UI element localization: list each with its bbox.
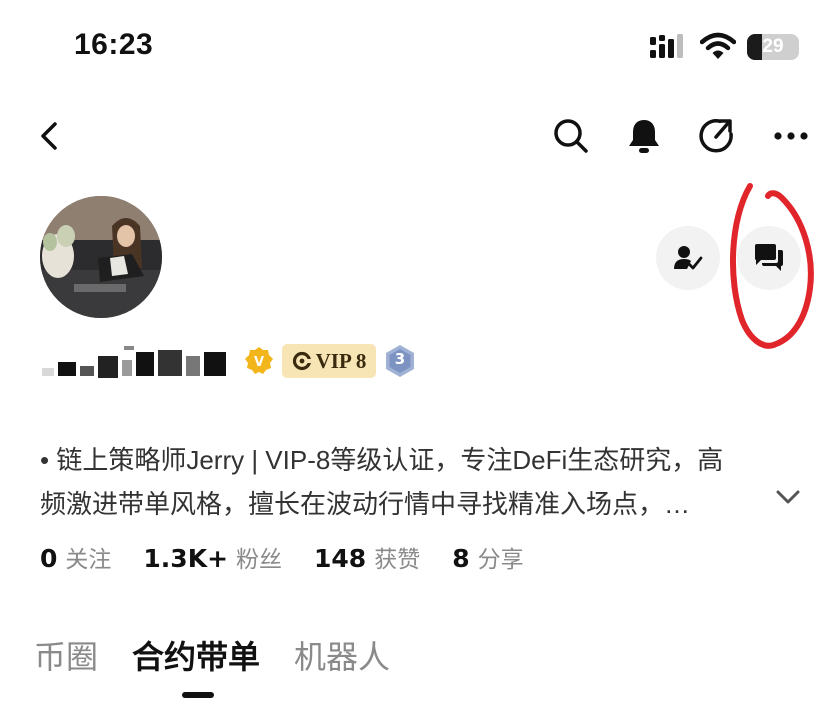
follow-status-button[interactable]: [656, 226, 720, 290]
bell-icon: [629, 120, 659, 153]
stat-value: 8: [452, 544, 470, 573]
search-icon: [554, 119, 588, 153]
stat-label: 粉丝: [236, 547, 283, 573]
bio-line: • 链上策略师Jerry | VIP-8等级认证，专注DeFi生态研究，高: [40, 445, 724, 475]
chat-icon: [755, 244, 783, 271]
active-tab-indicator: [182, 692, 214, 698]
battery-percent: 29: [762, 36, 784, 57]
username-redacted: [42, 346, 226, 378]
share-icon: [699, 119, 733, 153]
tab-copy-trading[interactable]: 合约带单: [132, 632, 260, 682]
tab-crypto[interactable]: 币圈: [34, 632, 98, 682]
stat-followers[interactable]: 1.3K+ 粉丝: [143, 540, 282, 574]
tab-bots[interactable]: 机器人: [294, 632, 390, 682]
more-icon: [774, 132, 808, 140]
notification-button[interactable]: [621, 110, 667, 162]
stat-value: 1.3K+: [143, 544, 229, 573]
avatar[interactable]: [40, 196, 162, 318]
status-bar: 16:23 29: [0, 0, 828, 92]
vip-label: VIP 8: [315, 348, 367, 373]
stat-label: 获赞: [374, 547, 421, 573]
level-badge: 3: [384, 344, 416, 378]
profile-tabs: 币圈 合约带单 机器人: [34, 632, 424, 682]
back-icon: [41, 122, 57, 150]
search-button[interactable]: [548, 110, 594, 162]
battery-icon: 29: [747, 34, 799, 60]
verified-icon: V: [245, 347, 273, 374]
wifi-icon: [700, 32, 736, 59]
chevron-down-icon[interactable]: [774, 486, 802, 508]
profile-bio[interactable]: • 链上策略师Jerry | VIP-8等级认证，专注DeFi生态研究，高 频激…: [40, 438, 790, 526]
user-check-icon: [674, 246, 703, 270]
stat-value: 0: [40, 544, 58, 573]
message-button[interactable]: [737, 226, 801, 290]
vip-badge: VIP 8: [282, 344, 376, 378]
back-button[interactable]: [26, 110, 72, 162]
verified-letter: V: [254, 355, 264, 370]
stat-likes[interactable]: 148 获赞: [314, 540, 420, 574]
profile-stats: 0 关注 1.3K+ 粉丝 148 获赞 8 分享: [40, 540, 556, 580]
avatar-photo: [40, 196, 162, 318]
stat-value: 148: [314, 544, 367, 573]
signal-icon: [650, 34, 683, 58]
level-number: 3: [394, 350, 406, 368]
stat-label: 关注: [65, 547, 112, 573]
stat-label: 分享: [477, 547, 524, 573]
vip-logo-icon: [292, 351, 311, 371]
share-button[interactable]: [694, 110, 740, 162]
status-time: 16:23: [74, 28, 154, 61]
stat-following[interactable]: 0 关注: [40, 540, 111, 574]
top-nav: [0, 110, 828, 162]
more-button[interactable]: [768, 110, 814, 162]
bio-line: 频激进带单风格，擅长在波动行情中寻找精准入场点，…: [40, 489, 691, 519]
stat-shares[interactable]: 8 分享: [452, 540, 523, 574]
